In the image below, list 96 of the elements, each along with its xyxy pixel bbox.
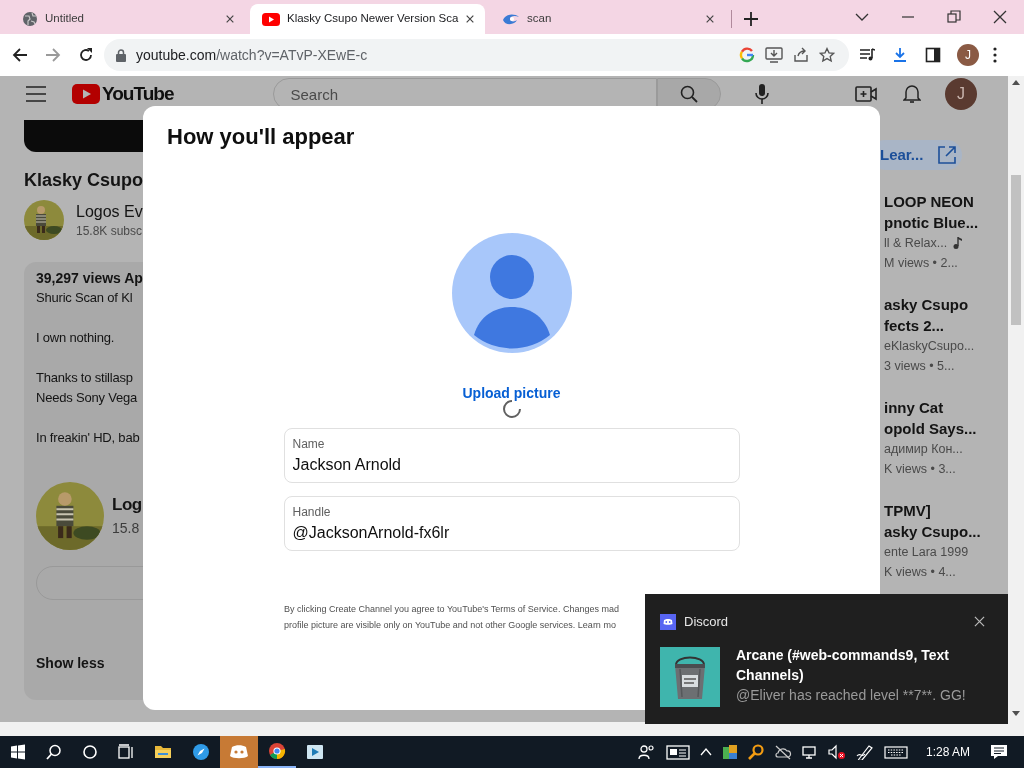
close-icon[interactable] xyxy=(225,14,235,24)
media-player-icon[interactable] xyxy=(306,743,324,761)
channel-name[interactable]: Log xyxy=(112,493,142,517)
create-video-icon[interactable] xyxy=(855,85,877,103)
task-view-icon[interactable] xyxy=(118,744,134,760)
plus-icon[interactable] xyxy=(744,12,758,26)
back-icon[interactable] xyxy=(12,47,28,63)
profile-avatar[interactable]: J xyxy=(957,44,979,66)
download-icon[interactable] xyxy=(892,47,908,63)
video-title[interactable]: asky Csupo fects 2... xyxy=(884,294,1008,336)
close-icon[interactable] xyxy=(465,14,476,24)
description-text: In freakin' HD, bab xyxy=(36,429,140,447)
microphone-icon[interactable] xyxy=(755,84,770,104)
play-logo-icon xyxy=(262,12,280,26)
volume-muted-icon[interactable] xyxy=(827,744,846,760)
channel-name[interactable]: Logos Ev xyxy=(76,201,143,223)
view-stats: M views • 2... xyxy=(884,255,959,272)
view-stats: 3 views • 5... xyxy=(884,358,956,375)
app-tray-icon[interactable] xyxy=(721,744,738,760)
address-bar[interactable]: youtube.com/watch?v=ATvP-XEwE-c xyxy=(104,39,849,71)
keyboard-icon[interactable] xyxy=(883,744,908,760)
network-icon[interactable] xyxy=(801,744,818,760)
swirl-icon xyxy=(502,12,520,26)
description-text: Thanks to stillasp xyxy=(36,369,133,387)
start-icon[interactable] xyxy=(10,744,26,760)
magnifier-icon[interactable] xyxy=(747,744,764,760)
channel-name: ll & Relax... xyxy=(884,235,948,252)
description-text: Shuric Scan of Kl xyxy=(36,289,133,307)
folder-icon[interactable] xyxy=(154,744,172,760)
discord-icon[interactable] xyxy=(229,744,249,760)
upload-picture-link[interactable]: Upload picture xyxy=(143,383,880,403)
google-icon[interactable] xyxy=(739,47,755,63)
description-text: Needs Sony Vega xyxy=(36,389,138,407)
close-icon[interactable] xyxy=(974,616,985,628)
logo-text[interactable]: YouTube xyxy=(102,79,174,109)
horizontal-scrollbar[interactable] xyxy=(0,722,1024,736)
terms-link[interactable]: Learn mo xyxy=(577,620,616,630)
lock-icon xyxy=(116,48,126,62)
description-text: I own nothing. xyxy=(36,329,115,347)
field-label: Handle xyxy=(292,504,331,520)
clock[interactable]: 1:28 AM xyxy=(925,743,970,761)
scroll-up-icon xyxy=(1012,80,1020,85)
view-stats: K views • 3... xyxy=(884,461,957,478)
url-text: youtube.com/watch?v=ATvP-XEwE-c xyxy=(136,45,369,65)
learn-more-label: Lear... xyxy=(880,144,924,165)
vertical-scrollbar[interactable] xyxy=(1008,76,1024,722)
field-label: Name xyxy=(292,436,325,452)
message-text: @Eliver has reached level **7**. GG! xyxy=(736,685,967,705)
account-avatar[interactable]: J xyxy=(945,78,977,110)
close-icon[interactable] xyxy=(993,10,1007,24)
pen-icon[interactable] xyxy=(855,744,874,760)
share-icon[interactable] xyxy=(793,47,809,63)
browser-tab[interactable]: scan xyxy=(490,4,725,34)
forward-icon[interactable] xyxy=(45,47,61,63)
browser-tab[interactable]: Untitled xyxy=(10,4,245,34)
circle-icon[interactable] xyxy=(82,744,98,760)
scroll-down-icon xyxy=(1012,711,1020,716)
people-icon[interactable] xyxy=(637,744,656,760)
channel-name: ente Lara 1999 xyxy=(884,544,969,561)
view-stats: 39,297 views Ap xyxy=(36,269,144,288)
channel-name: адимир Кон... xyxy=(884,441,963,458)
restore-icon[interactable] xyxy=(947,10,961,24)
install-icon[interactable] xyxy=(765,47,783,63)
dialog-title: How you'll appear xyxy=(167,123,355,151)
menu-icon[interactable] xyxy=(993,47,997,63)
chrome-icon[interactable] xyxy=(268,742,286,760)
app-name: Discord xyxy=(684,613,729,631)
terms-link[interactable]: YouTube's Terms of Service xyxy=(446,604,558,614)
channel-name: eKlaskyCsupo... xyxy=(884,338,975,355)
bell-icon[interactable] xyxy=(903,84,921,104)
scrollbar-thumb[interactable] xyxy=(1011,175,1021,325)
search-icon[interactable] xyxy=(46,744,62,760)
browser-tab[interactable]: Klasky Csupo Newer Version Sca xyxy=(250,4,485,34)
close-icon[interactable] xyxy=(705,14,715,24)
view-stats: K views • 4... xyxy=(884,564,957,581)
notification-icon[interactable] xyxy=(990,744,1008,760)
subscriber-count: 15.8 xyxy=(112,519,141,538)
external-link-icon xyxy=(937,145,958,165)
cloud-icon[interactable] xyxy=(773,744,792,760)
reload-icon[interactable] xyxy=(78,47,94,63)
media-control-icon[interactable] xyxy=(859,47,875,63)
side-panel-icon[interactable] xyxy=(925,47,941,63)
video-title[interactable]: TPMV] asky Csupo... xyxy=(884,500,1008,542)
search-icon xyxy=(680,85,699,103)
discord-icon xyxy=(660,613,676,630)
news-icon[interactable] xyxy=(665,744,690,760)
play-logo-icon[interactable] xyxy=(72,84,100,104)
video-title[interactable]: inny Cat opold Says... xyxy=(884,397,1008,439)
message-title: Arcane (#web-commands9, Text Channels) xyxy=(736,645,950,685)
subscriber-count: 15.8K subsc xyxy=(76,223,143,239)
star-icon[interactable] xyxy=(819,47,835,63)
video-title: Klasky Csupo xyxy=(24,169,145,192)
globe-icon xyxy=(22,11,38,27)
video-title[interactable]: LOOP NEON pnotic Blue... xyxy=(884,191,1008,233)
avatar-icon xyxy=(451,233,572,353)
compass-icon[interactable] xyxy=(192,743,210,761)
